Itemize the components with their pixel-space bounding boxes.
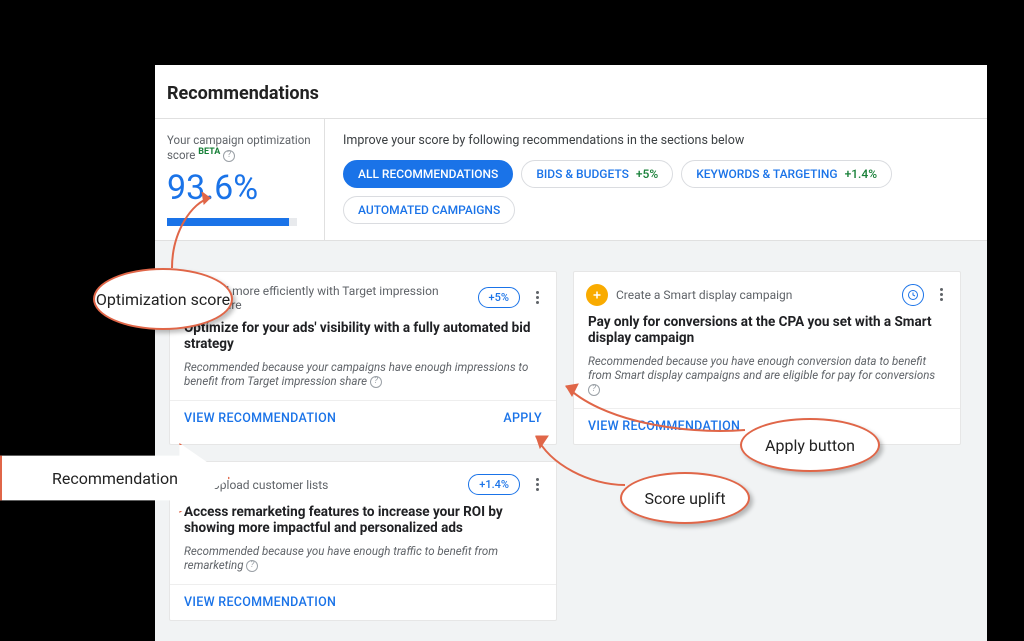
beta-badge: BETA xyxy=(198,147,220,157)
chip-label: KEYWORDS & TARGETING xyxy=(696,167,837,181)
card-menu-button[interactable] xyxy=(932,288,950,301)
chip-label: BIDS & BUDGETS xyxy=(536,167,629,181)
recommendation-card: Bid more efficiently with Target impress… xyxy=(169,271,557,445)
card-header: Upload customer lists +1.4% xyxy=(170,462,556,504)
chip-automated-campaigns[interactable]: AUTOMATED CAMPAIGNS xyxy=(343,196,515,224)
score-label: Your campaign optimization score BETA ? xyxy=(167,133,312,162)
card-title: Pay only for conversions at the CPA you … xyxy=(588,314,946,346)
plus-icon xyxy=(586,284,608,306)
card-reason: Recommended because your campaigns have … xyxy=(184,360,542,388)
apply-button[interactable]: APPLY xyxy=(503,411,542,426)
score-progress-bar xyxy=(167,218,297,226)
score-uplift-pill: +5% xyxy=(478,287,520,308)
card-reason-text: Recommended because your campaigns have … xyxy=(184,360,528,388)
chip-keywords-targeting[interactable]: KEYWORDS & TARGETING +1.4% xyxy=(681,160,892,188)
trend-icon xyxy=(182,287,204,309)
card-title: Optimize for your ads' visibility with a… xyxy=(184,320,542,352)
cards-area: Bid more efficiently with Target impress… xyxy=(155,241,987,641)
score-label-text: Your campaign optimization score xyxy=(167,133,311,162)
card-menu-button[interactable] xyxy=(528,291,546,304)
score-uplift-pill: +1.4% xyxy=(468,474,520,495)
card-header: Create a Smart display campaign xyxy=(574,272,960,314)
recommendation-card: Upload customer lists +1.4% Access remar… xyxy=(169,461,557,621)
card-subtitle: Bid more efficiently with Target impress… xyxy=(212,284,470,312)
view-recommendation-button[interactable]: VIEW RECOMMENDATION xyxy=(184,411,336,426)
recommendation-card: Create a Smart display campaign Pay only… xyxy=(573,271,961,445)
optimization-score-box: Your campaign optimization score BETA ? … xyxy=(155,119,325,240)
chip-label: AUTOMATED CAMPAIGNS xyxy=(358,203,500,217)
chip-all-recommendations[interactable]: ALL RECOMMENDATIONS xyxy=(343,160,513,188)
help-icon[interactable]: ? xyxy=(246,560,258,572)
view-recommendation-button[interactable]: VIEW RECOMMENDATION xyxy=(184,595,336,610)
card-footer: VIEW RECOMMENDATION APPLY xyxy=(170,400,556,436)
page-title: Recommendations xyxy=(155,65,987,118)
card-footer: VIEW RECOMMENDATION xyxy=(170,584,556,620)
score-and-chips-row: Your campaign optimization score BETA ? … xyxy=(155,118,987,241)
improve-text: Improve your score by following recommen… xyxy=(343,133,969,148)
clock-icon xyxy=(902,284,924,306)
help-icon[interactable]: ? xyxy=(223,150,235,162)
improve-box: Improve your score by following recommen… xyxy=(325,119,987,240)
chip-label: ALL RECOMMENDATIONS xyxy=(358,167,498,181)
card-reason-text: Recommended because you have enough traf… xyxy=(184,544,498,572)
chip-uplift: +1.4% xyxy=(845,167,877,181)
card-reason: Recommended because you have enough traf… xyxy=(184,544,542,572)
recommendations-panel: Recommendations Your campaign optimizati… xyxy=(155,65,987,586)
help-icon[interactable]: ? xyxy=(370,376,382,388)
card-menu-button[interactable] xyxy=(528,478,546,491)
score-progress-fill xyxy=(167,218,289,226)
card-reason: Recommended because you have enough conv… xyxy=(588,354,946,396)
help-icon[interactable]: ? xyxy=(588,384,600,396)
card-reason-text: Recommended because you have enough conv… xyxy=(588,354,935,382)
chip-uplift: +5% xyxy=(636,167,658,181)
card-body: Pay only for conversions at the CPA you … xyxy=(574,314,960,408)
chip-bids-budgets[interactable]: BIDS & BUDGETS +5% xyxy=(521,160,673,188)
score-value: 93.6% xyxy=(167,168,312,208)
card-subtitle: Create a Smart display campaign xyxy=(616,288,894,302)
card-footer: VIEW RECOMMENDATION xyxy=(574,408,960,444)
card-body: Access remarketing features to increase … xyxy=(170,504,556,584)
view-recommendation-button[interactable]: VIEW RECOMMENDATION xyxy=(588,419,740,434)
card-body: Optimize for your ads' visibility with a… xyxy=(170,320,556,400)
person-icon xyxy=(182,474,204,496)
card-title: Access remarketing features to increase … xyxy=(184,504,542,536)
card-header: Bid more efficiently with Target impress… xyxy=(170,272,556,320)
card-subtitle: Upload customer lists xyxy=(212,478,460,492)
filter-chips: ALL RECOMMENDATIONS BIDS & BUDGETS +5% K… xyxy=(343,160,969,224)
